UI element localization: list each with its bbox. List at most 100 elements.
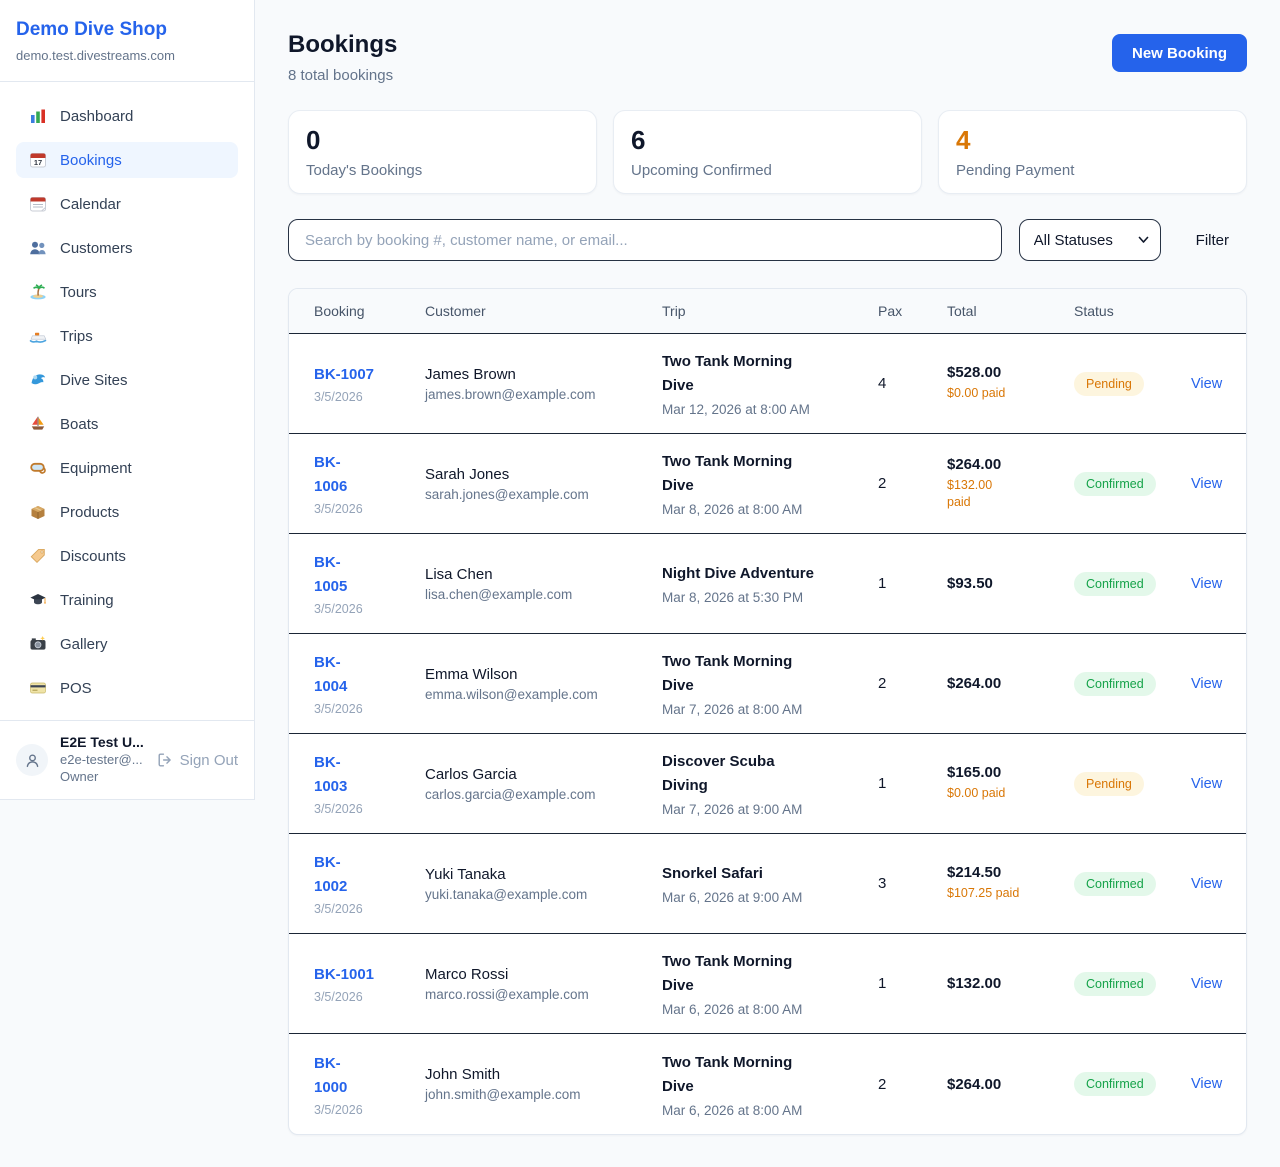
avatar xyxy=(16,744,48,776)
total-amount: $264.00 xyxy=(947,456,1060,473)
stat-value: 6 xyxy=(631,126,904,156)
status-badge: Confirmed xyxy=(1074,472,1156,496)
sidebar-item-customers[interactable]: Customers xyxy=(16,230,238,266)
sidebar-item-label: Dashboard xyxy=(60,108,133,125)
stat-value: 4 xyxy=(956,126,1229,156)
status-select[interactable]: All Statuses xyxy=(1019,219,1161,261)
col-header-status: Status xyxy=(1074,303,1191,319)
sidebar-item-boats[interactable]: Boats xyxy=(16,406,238,442)
sidebar-item-label: Dive Sites xyxy=(60,372,128,389)
table-row: BK- 1006 3/5/2026 Sarah Jones sarah.jone… xyxy=(289,434,1246,534)
trip-datetime: Mar 6, 2026 at 8:00 AM xyxy=(662,1103,864,1118)
new-booking-button[interactable]: New Booking xyxy=(1112,34,1247,72)
sidebar-item-gallery[interactable]: Gallery xyxy=(16,626,238,662)
pax-count: 2 xyxy=(878,675,947,692)
table-row: BK- 1004 3/5/2026 Emma Wilson emma.wilso… xyxy=(289,634,1246,734)
booking-date: 3/5/2026 xyxy=(314,990,411,1004)
stat-label: Upcoming Confirmed xyxy=(631,162,904,179)
customer-name: Carlos Garcia xyxy=(425,766,648,783)
sign-out-button[interactable]: Sign Out xyxy=(157,752,238,769)
table-body: BK-1007 3/5/2026 James Brown james.brown… xyxy=(289,334,1246,1134)
col-header-pax: Pax xyxy=(878,303,947,319)
sidebar-item-calendar[interactable]: Calendar xyxy=(16,186,238,222)
sidebar-item-tours[interactable]: Tours xyxy=(16,274,238,310)
view-link[interactable]: View xyxy=(1191,776,1222,792)
booking-id-link[interactable]: BK- 1006 xyxy=(314,451,347,499)
sidebar-item-label: Tours xyxy=(60,284,97,301)
customer-name: John Smith xyxy=(425,1066,648,1083)
view-link[interactable]: View xyxy=(1191,576,1222,592)
page-header: Bookings 8 total bookings New Booking xyxy=(288,31,1247,84)
sidebar-item-label: Equipment xyxy=(60,460,132,477)
col-header-total: Total xyxy=(947,303,1074,319)
customer-name: Marco Rossi xyxy=(425,966,648,983)
sidebar-item-label: Training xyxy=(60,592,114,609)
booking-date: 3/5/2026 xyxy=(314,702,411,716)
stat-value: 0 xyxy=(306,126,579,156)
booking-id-link[interactable]: BK- 1004 xyxy=(314,651,347,699)
bookings-table: Booking Customer Trip Pax Total Status B… xyxy=(288,288,1247,1135)
paid-amount: $107.25 paid xyxy=(947,885,1060,903)
sidebar-item-dive-sites[interactable]: Dive Sites xyxy=(16,362,238,398)
sidebar-item-pos[interactable]: POS xyxy=(16,670,238,706)
booking-date: 3/5/2026 xyxy=(314,502,411,516)
booking-id-link[interactable]: BK- 1002 xyxy=(314,851,347,899)
col-header-trip: Trip xyxy=(662,303,878,319)
trips-icon xyxy=(29,327,47,345)
trip-name: Two Tank Morning Dive xyxy=(662,950,864,998)
filter-button[interactable]: Filter xyxy=(1178,224,1247,257)
sidebar-item-label: Bookings xyxy=(60,152,122,169)
table-row: BK- 1000 3/5/2026 John Smith john.smith@… xyxy=(289,1034,1246,1134)
training-icon xyxy=(29,591,47,609)
booking-id-link[interactable]: BK- 1005 xyxy=(314,551,347,599)
view-link[interactable]: View xyxy=(1191,676,1222,692)
boats-icon xyxy=(29,415,47,433)
stats-row: 0 Today's Bookings 6 Upcoming Confirmed … xyxy=(288,110,1247,194)
pax-count: 1 xyxy=(878,775,947,792)
calendar-icon xyxy=(29,195,47,213)
booking-id-link[interactable]: BK-1001 xyxy=(314,963,374,987)
pax-count: 2 xyxy=(878,1076,947,1093)
status-badge: Pending xyxy=(1074,372,1144,396)
sidebar-item-equipment[interactable]: Equipment xyxy=(16,450,238,486)
view-link[interactable]: View xyxy=(1191,1076,1222,1092)
customer-name: James Brown xyxy=(425,366,648,383)
booking-id-link[interactable]: BK- 1000 xyxy=(314,1052,347,1100)
view-link[interactable]: View xyxy=(1191,376,1222,392)
sidebar-item-trips[interactable]: Trips xyxy=(16,318,238,354)
tours-icon xyxy=(29,283,47,301)
paid-amount: $0.00 paid xyxy=(947,385,1060,403)
sidebar-item-label: Boats xyxy=(60,416,98,433)
sidebar-item-products[interactable]: Products xyxy=(16,494,238,530)
view-link[interactable]: View xyxy=(1191,976,1222,992)
sign-out-label: Sign Out xyxy=(180,752,238,769)
booking-id-link[interactable]: BK-1007 xyxy=(314,363,374,387)
total-amount: $528.00 xyxy=(947,364,1060,381)
view-link[interactable]: View xyxy=(1191,476,1222,492)
sidebar-item-discounts[interactable]: Discounts xyxy=(16,538,238,574)
sidebar-item-training[interactable]: Training xyxy=(16,582,238,618)
trip-datetime: Mar 6, 2026 at 9:00 AM xyxy=(662,890,864,905)
total-amount: $93.50 xyxy=(947,575,1060,592)
trip-name: Two Tank Morning Dive xyxy=(662,450,864,498)
sidebar-item-label: POS xyxy=(60,680,92,697)
pax-count: 1 xyxy=(878,575,947,592)
sidebar-item-bookings[interactable]: Bookings xyxy=(16,142,238,178)
customer-name: Sarah Jones xyxy=(425,466,648,483)
person-icon xyxy=(24,752,41,769)
stat-card: 6 Upcoming Confirmed xyxy=(613,110,922,194)
user-email: e2e-tester@... xyxy=(60,752,145,769)
search-input[interactable] xyxy=(288,219,1002,261)
user-name: E2E Test U... xyxy=(60,734,145,750)
products-icon xyxy=(29,503,47,521)
total-amount: $264.00 xyxy=(947,1076,1060,1093)
sidebar-item-dashboard[interactable]: Dashboard xyxy=(16,98,238,134)
page-title: Bookings xyxy=(288,31,397,59)
status-badge: Pending xyxy=(1074,772,1144,796)
dashboard-icon xyxy=(29,107,47,125)
view-link[interactable]: View xyxy=(1191,876,1222,892)
discounts-icon xyxy=(29,547,47,565)
col-header-customer: Customer xyxy=(425,303,662,319)
booking-id-link[interactable]: BK- 1003 xyxy=(314,751,347,799)
booking-date: 3/5/2026 xyxy=(314,1103,411,1117)
